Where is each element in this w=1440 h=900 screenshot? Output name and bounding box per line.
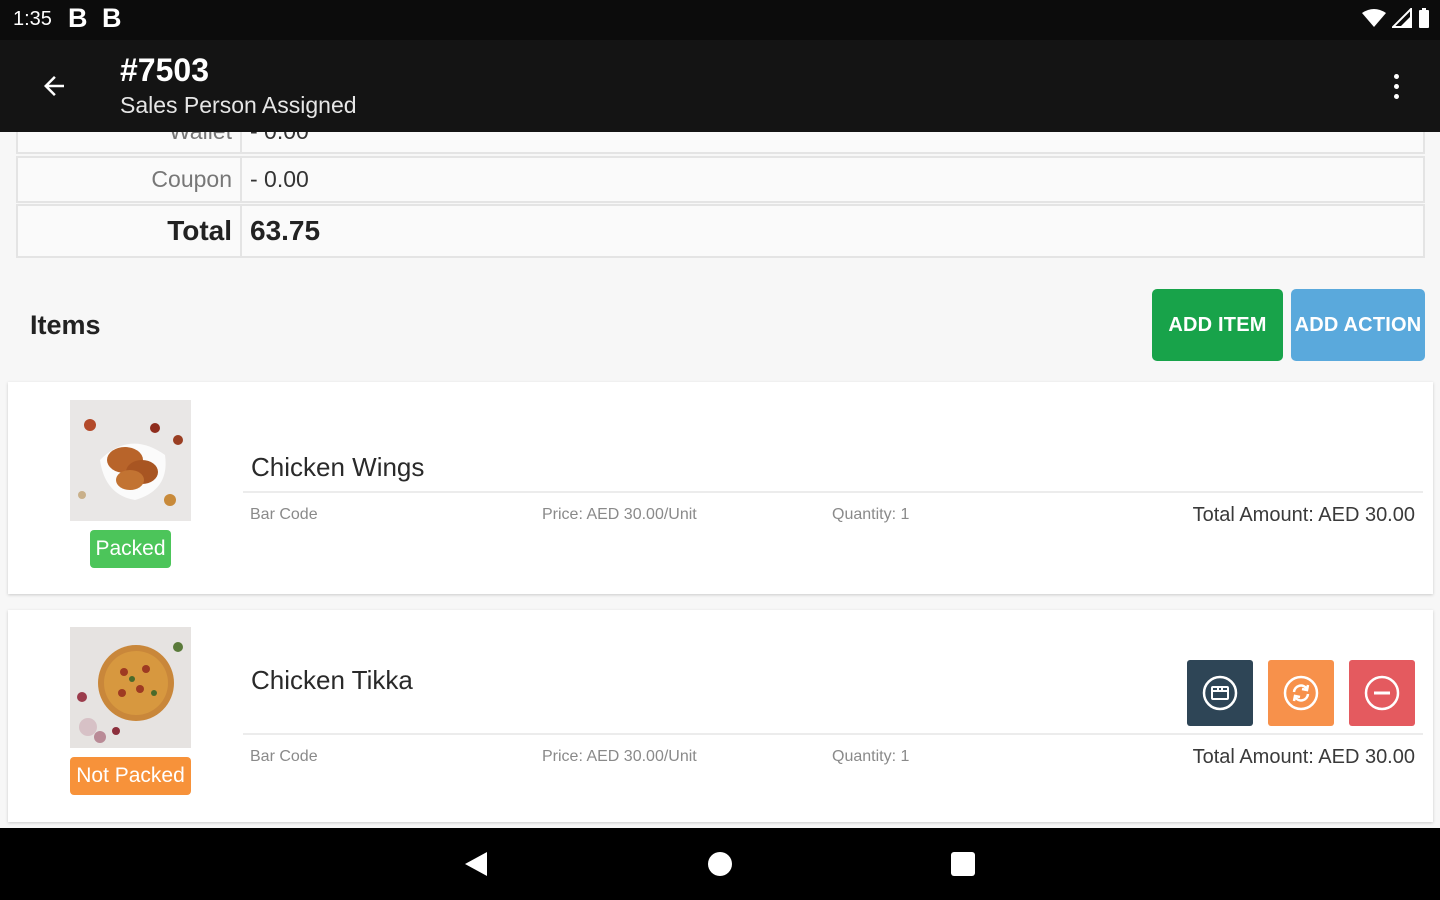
- summary-label: Total: [18, 206, 242, 256]
- item-divider: [243, 733, 1423, 735]
- order-title: #7503: [120, 52, 209, 88]
- nav-back-button[interactable]: [458, 846, 494, 882]
- circle-home-icon: [708, 852, 732, 876]
- notification-icon: B: [68, 3, 88, 33]
- pack-item-button[interactable]: [1187, 660, 1253, 726]
- summary-label: Coupon: [18, 158, 242, 201]
- summary-row-coupon: Coupon - 0.00: [16, 156, 1425, 203]
- item-bar-code: Bar Code: [250, 748, 318, 765]
- more-vert-icon: [1393, 93, 1399, 99]
- item-name: Chicken Tikka: [251, 665, 413, 695]
- square-recents-icon: [951, 852, 975, 876]
- item-divider: [243, 491, 1423, 493]
- notification-icon: B: [102, 3, 122, 33]
- app-bar: #7503 Sales Person Assigned: [0, 40, 1440, 132]
- summary-value: 63.75: [250, 215, 321, 246]
- nav-recents-button[interactable]: [945, 846, 981, 882]
- summary-value: - 0.00: [250, 132, 309, 152]
- item-total-amount: Total Amount: AED 30.00: [1192, 504, 1415, 526]
- summary-label: Wallet: [18, 132, 242, 152]
- arrow-left-icon: [44, 76, 64, 96]
- summary-row-total: Total 63.75: [16, 204, 1425, 258]
- battery-icon: [1419, 8, 1429, 28]
- triangle-back-icon: [465, 852, 487, 876]
- pack-icon: [1202, 675, 1238, 711]
- cell-signal-icon: [1392, 8, 1412, 28]
- item-image: [70, 400, 191, 521]
- add-action-button[interactable]: ADD ACTION: [1291, 289, 1425, 361]
- item-quantity: Quantity: 1: [832, 506, 910, 523]
- order-details-content[interactable]: Wallet - 0.00 Coupon - 0.00 Total 63.75 …: [0, 132, 1440, 828]
- chicken-wings-image: [70, 400, 191, 521]
- status-icons: [1362, 8, 1430, 28]
- wifi-icon: [1362, 9, 1386, 27]
- item-image: [70, 627, 191, 748]
- summary-value: - 0.00: [250, 166, 309, 192]
- replace-item-button[interactable]: [1268, 660, 1334, 726]
- replace-icon: [1283, 675, 1319, 711]
- item-price: Price: AED 30.00/Unit: [542, 748, 697, 765]
- item-card[interactable]: Packed Chicken Wings Bar Code Price: AED…: [8, 382, 1433, 594]
- order-status-subtitle: Sales Person Assigned: [120, 92, 357, 118]
- packed-status-badge: Packed: [90, 530, 171, 568]
- more-options-button[interactable]: [1374, 64, 1418, 108]
- item-name: Chicken Wings: [251, 452, 425, 482]
- add-item-button[interactable]: ADD ITEM: [1152, 289, 1283, 361]
- back-button[interactable]: [28, 60, 80, 112]
- items-heading: Items: [30, 310, 101, 340]
- chicken-tikka-image: [70, 627, 191, 748]
- remove-item-button[interactable]: [1349, 660, 1415, 726]
- item-quantity: Quantity: 1: [832, 748, 910, 765]
- more-vert-icon: [1393, 73, 1399, 79]
- not-packed-status-badge: Not Packed: [70, 757, 191, 795]
- summary-row-wallet: Wallet - 0.00: [16, 132, 1425, 154]
- item-total-amount: Total Amount: AED 30.00: [1192, 746, 1415, 768]
- system-nav-bar: [0, 828, 1440, 900]
- more-vert-icon: [1393, 83, 1399, 89]
- status-time: 1:35: [13, 8, 52, 30]
- item-bar-code: Bar Code: [250, 506, 318, 523]
- item-price: Price: AED 30.00/Unit: [542, 506, 697, 523]
- remove-icon: [1364, 675, 1400, 711]
- nav-home-button[interactable]: [702, 846, 738, 882]
- item-card[interactable]: Not Packed Chicken Tikka Bar Code Price:…: [8, 610, 1433, 822]
- status-bar: 1:35 B B: [0, 0, 1440, 40]
